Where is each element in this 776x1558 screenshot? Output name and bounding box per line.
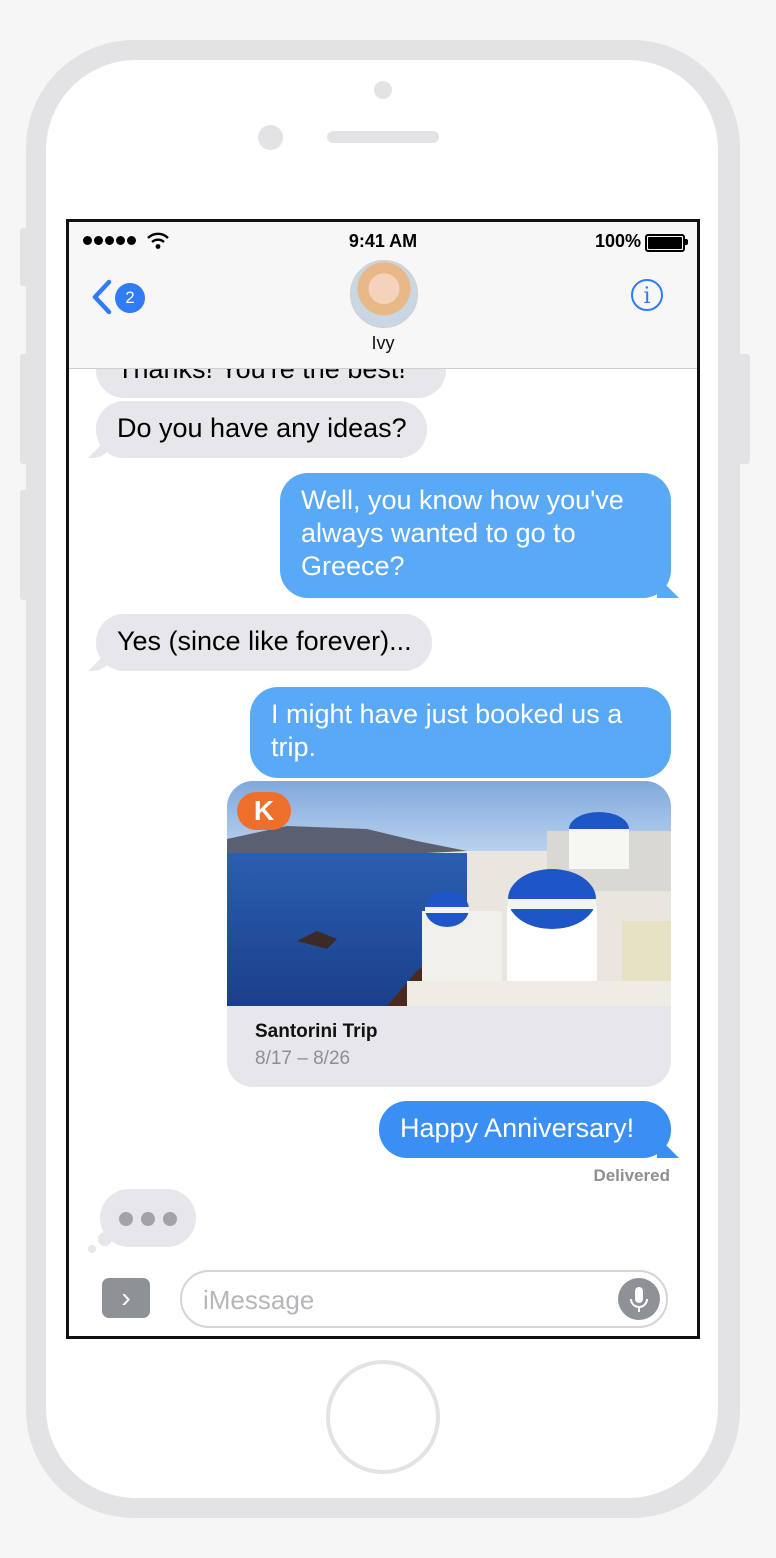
volume-up-button [20, 354, 30, 464]
typing-dot [141, 1212, 155, 1226]
expand-apps-button[interactable]: › [102, 1278, 150, 1318]
avatar[interactable] [350, 260, 418, 328]
message-incoming[interactable]: Yes (since like forever)... [96, 614, 432, 671]
chevron-right-icon: › [121, 1282, 131, 1313]
power-button [740, 354, 750, 464]
message-incoming[interactable]: Do you have any ideas? [96, 401, 427, 458]
contact-name[interactable]: Ivy [69, 333, 697, 354]
app-logo: K [237, 792, 291, 830]
message-outgoing[interactable]: Well, you know how you've always wanted … [280, 473, 671, 598]
delivery-status: Delivered [593, 1166, 670, 1185]
back-button[interactable] [91, 279, 113, 322]
unread-badge: 2 [115, 283, 145, 313]
message-outgoing[interactable]: Happy Anniversary! [379, 1101, 671, 1158]
santorini-photo [227, 781, 671, 1006]
microphone-icon [630, 1287, 648, 1312]
message-text: I might have just booked us a trip. [271, 699, 623, 762]
front-camera [374, 81, 392, 99]
home-button[interactable] [326, 1360, 440, 1474]
battery-percentage: 100% [594, 231, 641, 251]
earpiece-speaker [327, 131, 439, 143]
typing-dot [163, 1212, 177, 1226]
info-icon[interactable]: i [631, 279, 663, 311]
typing-indicator-tail [88, 1245, 96, 1253]
message-outgoing[interactable]: I might have just booked us a trip. [250, 687, 671, 778]
chevron-left-icon [92, 279, 112, 315]
message-input-placeholder: iMessage [203, 1285, 315, 1315]
card-title: Santorini Trip [255, 1021, 378, 1042]
dictation-button[interactable] [618, 1278, 660, 1320]
message-text: Yes (since like forever)... [117, 626, 412, 656]
message-input[interactable]: iMessage [180, 1270, 668, 1328]
volume-down-button [20, 490, 30, 600]
message-text: Do you have any ideas? [117, 413, 407, 443]
card-dates: 8/17 – 8/26 [255, 1048, 351, 1069]
sensor [258, 125, 283, 150]
typing-dot [119, 1212, 133, 1226]
battery-icon [645, 234, 688, 252]
message-text: Happy Anniversary! [400, 1113, 635, 1143]
navigation-bar: 9:41 AM 100% 2 Ivy i [69, 222, 697, 369]
screen: Thanks! You're the best! Do you have any… [66, 219, 700, 1339]
side-button [20, 228, 30, 286]
typing-indicator-tail [98, 1232, 112, 1246]
status-bar: 9:41 AM 100% [69, 222, 697, 262]
trip-card[interactable]: K Santorini Trip 8/17 – 8/26 [227, 781, 671, 1087]
message-text: Well, you know how you've always wanted … [301, 485, 624, 581]
typing-indicator [100, 1189, 196, 1247]
